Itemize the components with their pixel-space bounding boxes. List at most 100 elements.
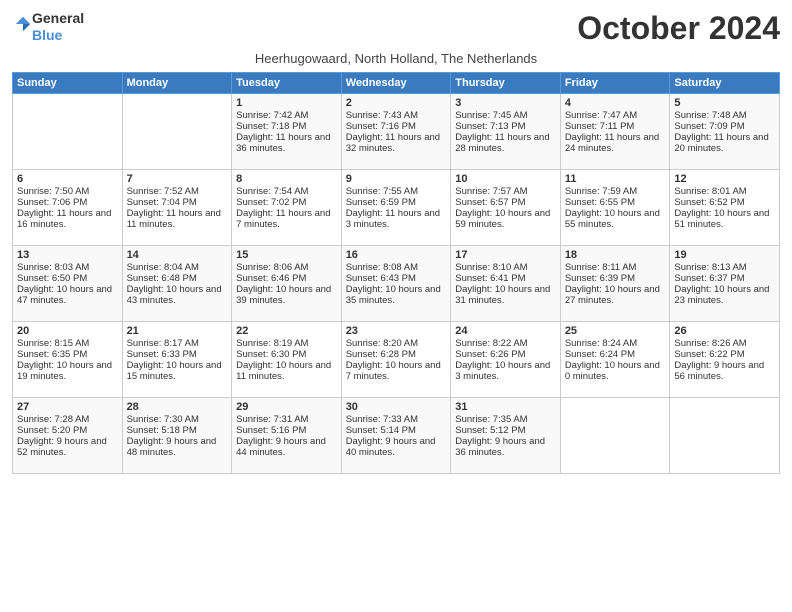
sunset-text: Sunset: 5:20 PM bbox=[17, 425, 87, 436]
day-number: 25 bbox=[565, 325, 666, 337]
col-header-saturday: Saturday bbox=[670, 73, 780, 94]
day-number: 22 bbox=[236, 325, 337, 337]
calendar-cell: 9Sunrise: 7:55 AMSunset: 6:59 PMDaylight… bbox=[341, 170, 451, 246]
sunset-text: Sunset: 6:52 PM bbox=[674, 197, 744, 208]
calendar-cell: 19Sunrise: 8:13 AMSunset: 6:37 PMDayligh… bbox=[670, 246, 780, 322]
calendar-cell: 7Sunrise: 7:52 AMSunset: 7:04 PMDaylight… bbox=[122, 170, 232, 246]
sunset-text: Sunset: 7:13 PM bbox=[455, 121, 525, 132]
daylight-text: Daylight: 10 hours and 43 minutes. bbox=[127, 284, 222, 306]
sunrise-text: Sunrise: 7:48 AM bbox=[674, 110, 746, 121]
sunrise-text: Sunrise: 7:33 AM bbox=[346, 414, 418, 425]
calendar-cell: 12Sunrise: 8:01 AMSunset: 6:52 PMDayligh… bbox=[670, 170, 780, 246]
daylight-text: Daylight: 11 hours and 3 minutes. bbox=[346, 208, 440, 230]
day-number: 11 bbox=[565, 173, 666, 185]
daylight-text: Daylight: 10 hours and 47 minutes. bbox=[17, 284, 112, 306]
daylight-text: Daylight: 10 hours and 3 minutes. bbox=[455, 360, 550, 382]
sunset-text: Sunset: 6:28 PM bbox=[346, 349, 416, 360]
col-header-sunday: Sunday bbox=[13, 73, 123, 94]
calendar-cell: 30Sunrise: 7:33 AMSunset: 5:14 PMDayligh… bbox=[341, 398, 451, 474]
day-number: 10 bbox=[455, 173, 556, 185]
sunset-text: Sunset: 5:14 PM bbox=[346, 425, 416, 436]
calendar-cell: 26Sunrise: 8:26 AMSunset: 6:22 PMDayligh… bbox=[670, 322, 780, 398]
day-number: 29 bbox=[236, 401, 337, 413]
calendar-cell: 22Sunrise: 8:19 AMSunset: 6:30 PMDayligh… bbox=[232, 322, 342, 398]
logo: General Blue bbox=[12, 10, 84, 44]
calendar-cell: 21Sunrise: 8:17 AMSunset: 6:33 PMDayligh… bbox=[122, 322, 232, 398]
day-number: 1 bbox=[236, 97, 337, 109]
daylight-text: Daylight: 9 hours and 56 minutes. bbox=[674, 360, 764, 382]
day-number: 21 bbox=[127, 325, 228, 337]
calendar-cell bbox=[122, 94, 232, 170]
sunset-text: Sunset: 6:24 PM bbox=[565, 349, 635, 360]
sunrise-text: Sunrise: 8:11 AM bbox=[565, 262, 637, 273]
sunset-text: Sunset: 7:02 PM bbox=[236, 197, 306, 208]
week-row-1: 1Sunrise: 7:42 AMSunset: 7:18 PMDaylight… bbox=[13, 94, 780, 170]
daylight-text: Daylight: 10 hours and 35 minutes. bbox=[346, 284, 441, 306]
calendar-cell: 8Sunrise: 7:54 AMSunset: 7:02 PMDaylight… bbox=[232, 170, 342, 246]
sunset-text: Sunset: 6:46 PM bbox=[236, 273, 306, 284]
logo-blue: Blue bbox=[32, 27, 84, 44]
sunrise-text: Sunrise: 8:19 AM bbox=[236, 338, 308, 349]
sunset-text: Sunset: 6:59 PM bbox=[346, 197, 416, 208]
day-number: 31 bbox=[455, 401, 556, 413]
calendar-cell: 18Sunrise: 8:11 AMSunset: 6:39 PMDayligh… bbox=[560, 246, 670, 322]
calendar-cell: 3Sunrise: 7:45 AMSunset: 7:13 PMDaylight… bbox=[451, 94, 561, 170]
calendar-cell: 20Sunrise: 8:15 AMSunset: 6:35 PMDayligh… bbox=[13, 322, 123, 398]
sunrise-text: Sunrise: 8:01 AM bbox=[674, 186, 746, 197]
day-number: 24 bbox=[455, 325, 556, 337]
sunrise-text: Sunrise: 8:13 AM bbox=[674, 262, 746, 273]
daylight-text: Daylight: 11 hours and 11 minutes. bbox=[127, 208, 221, 230]
daylight-text: Daylight: 9 hours and 36 minutes. bbox=[455, 436, 545, 458]
sunrise-text: Sunrise: 8:24 AM bbox=[565, 338, 637, 349]
day-number: 5 bbox=[674, 97, 775, 109]
calendar-cell bbox=[13, 94, 123, 170]
sunset-text: Sunset: 6:50 PM bbox=[17, 273, 87, 284]
day-number: 19 bbox=[674, 249, 775, 261]
sunrise-text: Sunrise: 8:22 AM bbox=[455, 338, 527, 349]
day-number: 9 bbox=[346, 173, 447, 185]
day-number: 18 bbox=[565, 249, 666, 261]
calendar-cell: 10Sunrise: 7:57 AMSunset: 6:57 PMDayligh… bbox=[451, 170, 561, 246]
day-number: 20 bbox=[17, 325, 118, 337]
day-number: 2 bbox=[346, 97, 447, 109]
sunset-text: Sunset: 6:48 PM bbox=[127, 273, 197, 284]
sunset-text: Sunset: 7:04 PM bbox=[127, 197, 197, 208]
sunset-text: Sunset: 7:11 PM bbox=[565, 121, 635, 132]
daylight-text: Daylight: 11 hours and 16 minutes. bbox=[17, 208, 111, 230]
week-row-3: 13Sunrise: 8:03 AMSunset: 6:50 PMDayligh… bbox=[13, 246, 780, 322]
sunrise-text: Sunrise: 8:26 AM bbox=[674, 338, 746, 349]
page-container: General Blue October 2024 Heerhugowaard,… bbox=[0, 0, 792, 484]
sunset-text: Sunset: 5:12 PM bbox=[455, 425, 525, 436]
calendar-cell: 29Sunrise: 7:31 AMSunset: 5:16 PMDayligh… bbox=[232, 398, 342, 474]
sunrise-text: Sunrise: 8:03 AM bbox=[17, 262, 89, 273]
day-number: 23 bbox=[346, 325, 447, 337]
calendar-cell: 25Sunrise: 8:24 AMSunset: 6:24 PMDayligh… bbox=[560, 322, 670, 398]
daylight-text: Daylight: 9 hours and 44 minutes. bbox=[236, 436, 326, 458]
col-header-thursday: Thursday bbox=[451, 73, 561, 94]
sunrise-text: Sunrise: 8:15 AM bbox=[17, 338, 89, 349]
daylight-text: Daylight: 11 hours and 36 minutes. bbox=[236, 132, 330, 154]
sunrise-text: Sunrise: 7:45 AM bbox=[455, 110, 527, 121]
sunrise-text: Sunrise: 8:10 AM bbox=[455, 262, 527, 273]
daylight-text: Daylight: 10 hours and 27 minutes. bbox=[565, 284, 660, 306]
calendar-cell: 23Sunrise: 8:20 AMSunset: 6:28 PMDayligh… bbox=[341, 322, 451, 398]
header-row: SundayMondayTuesdayWednesdayThursdayFrid… bbox=[13, 73, 780, 94]
sunrise-text: Sunrise: 7:55 AM bbox=[346, 186, 418, 197]
day-number: 28 bbox=[127, 401, 228, 413]
calendar-cell: 14Sunrise: 8:04 AMSunset: 6:48 PMDayligh… bbox=[122, 246, 232, 322]
daylight-text: Daylight: 9 hours and 40 minutes. bbox=[346, 436, 436, 458]
calendar-cell bbox=[560, 398, 670, 474]
daylight-text: Daylight: 10 hours and 15 minutes. bbox=[127, 360, 222, 382]
sunset-text: Sunset: 6:35 PM bbox=[17, 349, 87, 360]
calendar-cell: 4Sunrise: 7:47 AMSunset: 7:11 PMDaylight… bbox=[560, 94, 670, 170]
day-number: 17 bbox=[455, 249, 556, 261]
logo-text: General Blue bbox=[32, 10, 84, 44]
day-number: 27 bbox=[17, 401, 118, 413]
calendar-cell: 11Sunrise: 7:59 AMSunset: 6:55 PMDayligh… bbox=[560, 170, 670, 246]
sunset-text: Sunset: 7:06 PM bbox=[17, 197, 87, 208]
sunset-text: Sunset: 6:57 PM bbox=[455, 197, 525, 208]
daylight-text: Daylight: 11 hours and 24 minutes. bbox=[565, 132, 659, 154]
sunset-text: Sunset: 7:09 PM bbox=[674, 121, 744, 132]
sunrise-text: Sunrise: 8:17 AM bbox=[127, 338, 199, 349]
sunset-text: Sunset: 6:22 PM bbox=[674, 349, 744, 360]
